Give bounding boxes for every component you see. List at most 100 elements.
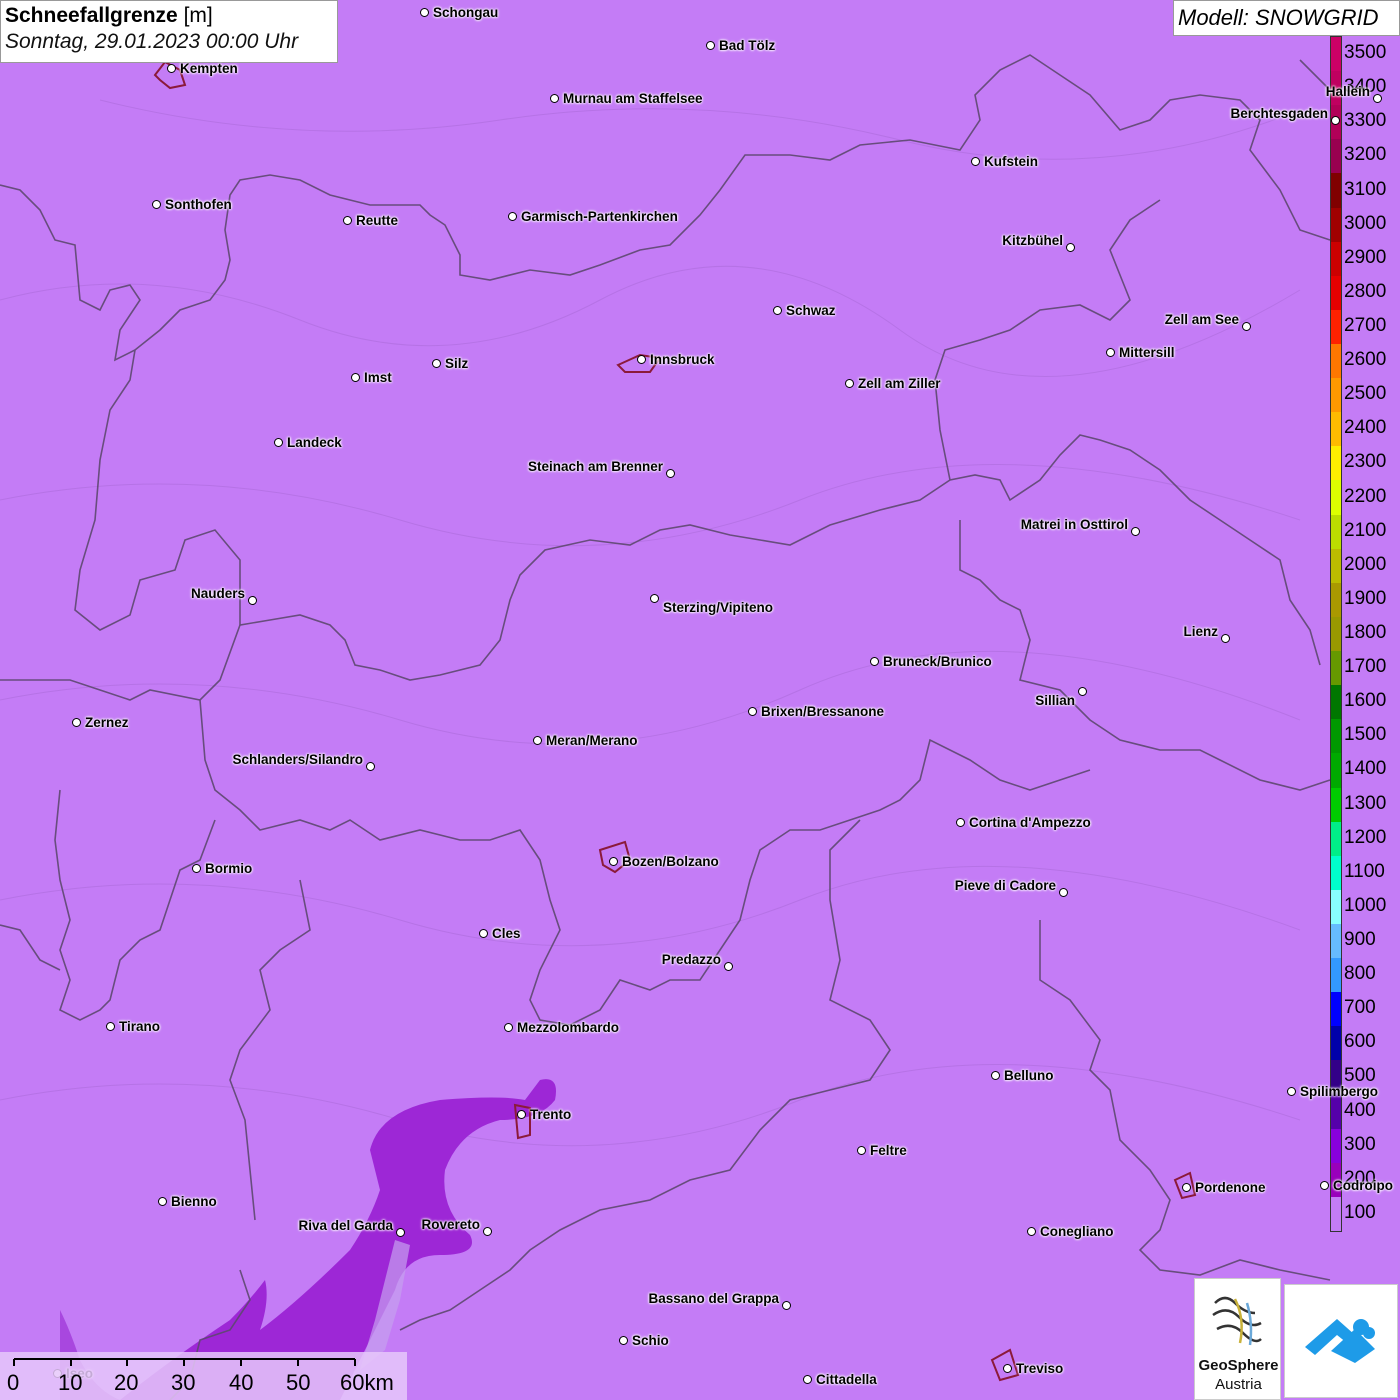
legend-label: 2000 — [1344, 553, 1387, 575]
geosphere-logo-text: GeoSphere — [1198, 1357, 1279, 1374]
city-label: Schwaz — [786, 303, 836, 318]
city-label: Landeck — [287, 435, 342, 450]
legend-label: 1900 — [1344, 587, 1387, 609]
city-label: Silz — [445, 356, 469, 371]
city-marker — [724, 962, 733, 971]
legend-label: 3200 — [1344, 144, 1387, 166]
legend-segment — [1331, 275, 1341, 311]
city-label: Schio — [632, 1333, 669, 1348]
city-label: Kempten — [180, 61, 238, 76]
city-label: Murnau am Staffelsee — [563, 91, 703, 106]
geosphere-swirl-icon — [1212, 1296, 1262, 1346]
city-label: Hallein — [1325, 84, 1370, 99]
city-label: Kitzbühel — [1002, 233, 1063, 248]
city-marker — [1027, 1227, 1036, 1236]
legend-label: 3500 — [1344, 42, 1387, 64]
scale-label: 10 — [58, 1370, 83, 1395]
legend-label: 700 — [1344, 997, 1376, 1019]
city-marker — [1078, 687, 1087, 696]
city-label: Garmisch-Partenkirchen — [521, 209, 678, 224]
city-marker — [609, 857, 618, 866]
city-marker — [483, 1227, 492, 1236]
city-label: Steinach am Brenner — [527, 459, 663, 474]
city-marker — [1106, 348, 1115, 357]
city-label: Schongau — [433, 5, 499, 20]
variable-name: Schneefallgrenze — [5, 4, 178, 27]
city-marker — [956, 818, 965, 827]
city-marker — [1003, 1364, 1012, 1373]
city-label: Pieve di Cadore — [954, 878, 1056, 893]
city-marker — [106, 1022, 115, 1031]
scale-label: 60km — [340, 1370, 394, 1395]
city-marker — [396, 1228, 405, 1237]
city-label: Cles — [492, 926, 521, 941]
scale-label: 40 — [229, 1370, 254, 1395]
legend-segment — [1331, 889, 1341, 925]
mountain-cloud-icon — [1305, 1319, 1375, 1363]
legend-segment — [1331, 1196, 1341, 1232]
city-marker — [619, 1336, 628, 1345]
legend-segment — [1331, 37, 1341, 72]
city-marker — [1373, 94, 1382, 103]
legend-segment — [1331, 514, 1341, 550]
scale-label: 0 — [7, 1370, 20, 1395]
city-marker — [991, 1071, 1000, 1080]
city-marker — [1182, 1183, 1191, 1192]
legend-segment — [1331, 378, 1341, 413]
legend-label: 1800 — [1344, 622, 1387, 643]
scale-label: 30 — [171, 1370, 196, 1395]
legend-label: 2800 — [1344, 280, 1387, 302]
city-label: Belluno — [1004, 1068, 1054, 1083]
legend-color-bar — [1330, 36, 1342, 1232]
legend-segment — [1331, 651, 1341, 686]
city-label: Berchtesgaden — [1230, 106, 1328, 121]
legend-label: 2900 — [1344, 246, 1387, 268]
city-marker — [479, 929, 488, 938]
city-marker — [420, 8, 429, 17]
city-label: Cittadella — [816, 1372, 877, 1387]
city-marker — [1331, 116, 1340, 125]
city-label: Tirano — [119, 1019, 161, 1034]
city-marker — [274, 438, 283, 447]
city-marker — [343, 216, 352, 225]
city-label: Meran/Merano — [546, 733, 638, 748]
scale-label: 50 — [286, 1370, 311, 1395]
city-marker — [971, 157, 980, 166]
city-marker — [1066, 243, 1075, 252]
legend-label: 2300 — [1344, 451, 1387, 473]
city-marker — [517, 1110, 526, 1119]
city-marker — [666, 469, 675, 478]
model-label: Modell: SNOWGRID — [1173, 0, 1400, 36]
city-label: Kufstein — [984, 154, 1038, 169]
legend-segment — [1331, 412, 1341, 447]
city-marker — [1287, 1087, 1296, 1096]
city-label: Matrei in Osttirol — [1020, 517, 1128, 532]
city-label: Bienno — [171, 1194, 217, 1209]
legend-label: 1300 — [1344, 792, 1387, 814]
city-label: Bozen/Bolzano — [622, 854, 719, 869]
legend-label: 2400 — [1344, 417, 1387, 439]
legend-segment — [1331, 753, 1341, 788]
city-marker — [533, 736, 542, 745]
legend-segment — [1331, 548, 1341, 584]
legend-label: 800 — [1344, 963, 1376, 985]
legend-label: 3100 — [1344, 178, 1387, 200]
city-marker — [432, 359, 441, 368]
scale-label: 20 — [114, 1370, 139, 1395]
city-marker — [248, 596, 257, 605]
map-datetime: Sonntag, 29.01.2023 00:00 Uhr — [5, 30, 299, 53]
city-marker — [152, 200, 161, 209]
map-title: Schneefallgrenze [m] — [5, 4, 333, 28]
legend-label: 900 — [1344, 929, 1376, 951]
geosphere-logo: GeoSphere Austria — [1194, 1278, 1281, 1400]
scale-bar: 0 10 20 30 40 50 60km — [0, 1352, 407, 1400]
city-label: Predazzo — [661, 952, 721, 967]
legend-segment — [1331, 309, 1341, 345]
legend-segment — [1331, 821, 1341, 857]
legend-label: 1100 — [1344, 860, 1385, 882]
city-marker — [1131, 527, 1140, 536]
legend-segment — [1331, 344, 1341, 379]
legend-segment — [1331, 923, 1341, 959]
color-legend: 3500 3400 3300 3200 3100 3000 2900 2800 2700 2600… — [1328, 36, 1400, 1232]
city-marker — [773, 306, 782, 315]
